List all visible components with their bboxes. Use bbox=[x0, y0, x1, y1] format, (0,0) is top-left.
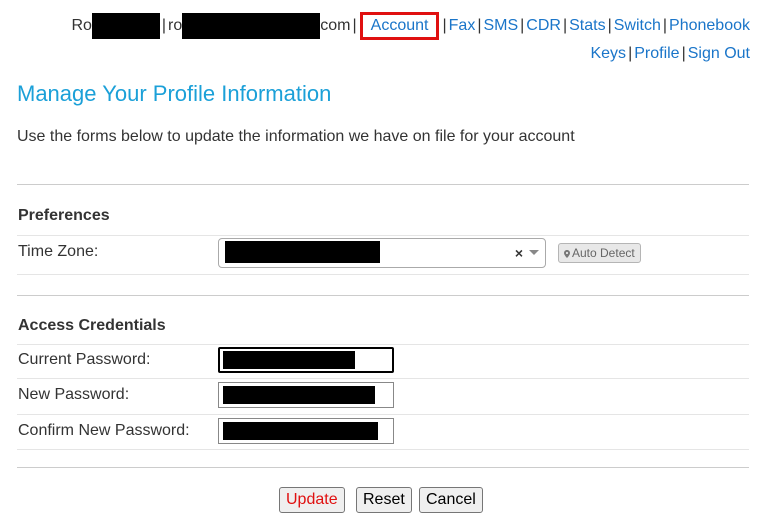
reset-button[interactable]: Reset bbox=[356, 487, 412, 513]
row-divider bbox=[17, 274, 749, 275]
current-password-label: Current Password: bbox=[18, 351, 151, 368]
new-password-input[interactable] bbox=[218, 382, 394, 408]
nav-link-phonebook[interactable]: Phonebook bbox=[669, 17, 750, 34]
map-marker-icon bbox=[564, 250, 570, 258]
update-button[interactable]: Update bbox=[279, 487, 345, 513]
account-highlight-box: Account bbox=[359, 12, 440, 40]
redacted-user-name bbox=[91, 12, 160, 39]
nav-row-1: Ro | ro com | Account | Fax | SMS | CDR | Stats | Switc… bbox=[10, 12, 750, 40]
row-divider bbox=[17, 235, 749, 236]
row-divider bbox=[17, 414, 749, 415]
nav-link-profile[interactable]: Profile bbox=[634, 45, 679, 62]
auto-detect-button[interactable]: Auto Detect bbox=[558, 243, 641, 263]
confirm-password-input[interactable] bbox=[218, 418, 394, 444]
nav-link-sms[interactable]: SMS bbox=[483, 17, 518, 34]
redacted-current-password bbox=[223, 351, 355, 369]
user-email: ro com bbox=[168, 12, 351, 39]
redacted-email bbox=[182, 12, 321, 39]
divider bbox=[17, 184, 749, 185]
redacted-confirm-password bbox=[223, 422, 378, 440]
nav-link-account[interactable]: Account bbox=[371, 17, 429, 34]
nav-link-sign-out[interactable]: Sign Out bbox=[688, 45, 750, 62]
page-title: Manage Your Profile Information bbox=[17, 81, 332, 106]
clear-selection-icon[interactable]: × bbox=[515, 245, 523, 261]
page-intro: Use the forms below to update the inform… bbox=[17, 128, 575, 145]
user-name: Ro bbox=[71, 12, 160, 39]
divider bbox=[17, 295, 749, 296]
nav-row-2: Keys | Profile | Sign Out bbox=[590, 45, 750, 62]
top-nav: Ro | ro com | Account | Fax | SMS | CDR | Stats | Switc… bbox=[10, 12, 750, 67]
auto-detect-label: Auto Detect bbox=[572, 246, 635, 260]
row-divider bbox=[17, 378, 749, 379]
nav-link-keys[interactable]: Keys bbox=[590, 45, 626, 62]
timezone-label: Time Zone: bbox=[18, 243, 99, 260]
credentials-heading: Access Credentials bbox=[18, 317, 166, 334]
timezone-select[interactable]: × bbox=[218, 238, 546, 268]
row-divider bbox=[17, 344, 749, 345]
preferences-heading: Preferences bbox=[18, 207, 110, 224]
nav-link-switch[interactable]: Switch bbox=[614, 17, 661, 34]
divider bbox=[17, 467, 749, 468]
confirm-password-label: Confirm New Password: bbox=[18, 422, 190, 439]
cancel-button[interactable]: Cancel bbox=[419, 487, 483, 513]
redacted-new-password bbox=[223, 386, 375, 404]
current-password-input[interactable] bbox=[218, 347, 394, 373]
dropdown-arrow-icon[interactable] bbox=[529, 250, 539, 255]
nav-link-cdr[interactable]: CDR bbox=[526, 17, 561, 34]
redacted-timezone-value bbox=[225, 241, 380, 263]
nav-link-stats[interactable]: Stats bbox=[569, 17, 605, 34]
row-divider bbox=[17, 449, 749, 450]
new-password-label: New Password: bbox=[18, 386, 130, 403]
nav-link-fax[interactable]: Fax bbox=[449, 17, 476, 34]
